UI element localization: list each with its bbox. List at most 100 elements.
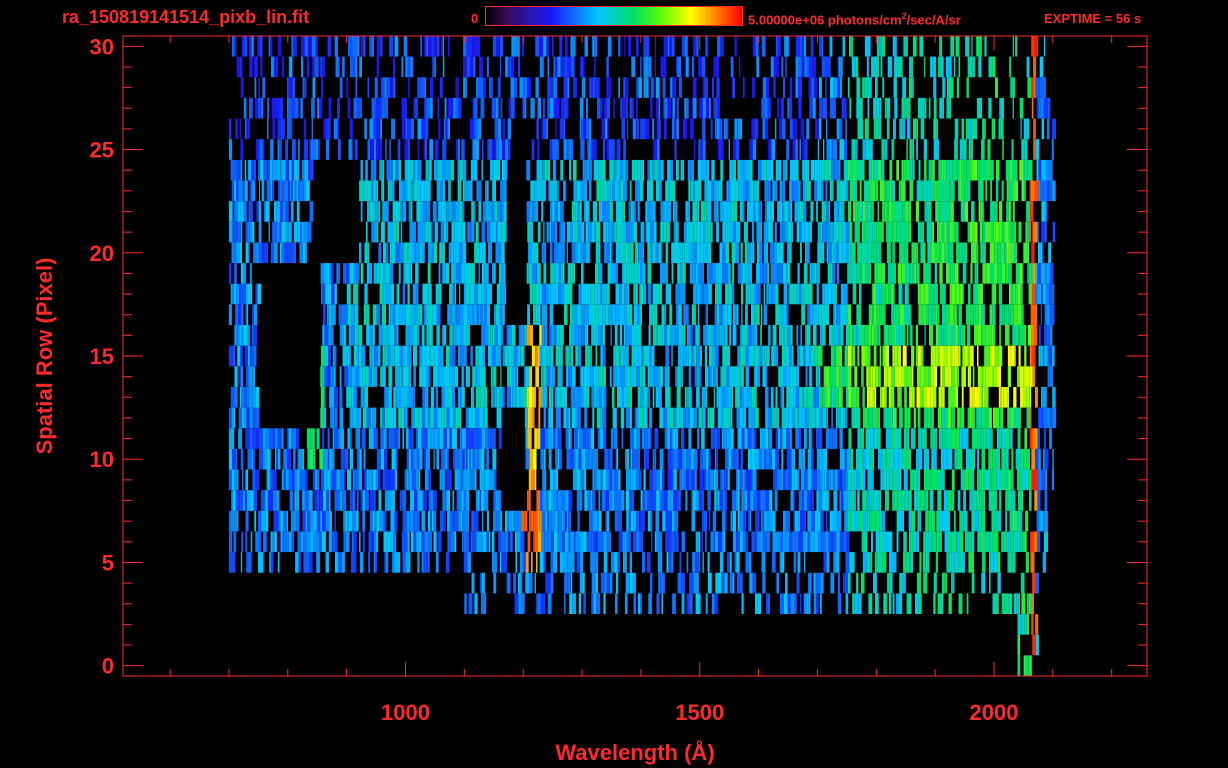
heatmap-cell xyxy=(625,242,629,264)
heatmap-cell xyxy=(619,366,621,387)
heatmap-cell xyxy=(798,97,802,119)
heatmap-cell xyxy=(563,510,566,532)
heatmap-cell xyxy=(931,221,935,243)
heatmap-cell xyxy=(632,469,637,491)
heatmap-cell xyxy=(970,552,974,573)
heatmap-cell xyxy=(1016,325,1019,346)
heatmap-cell xyxy=(231,490,233,511)
heatmap-cell xyxy=(711,180,713,202)
heatmap-cell xyxy=(413,448,417,470)
heatmap-cell xyxy=(679,552,682,573)
heatmap-cell xyxy=(382,97,385,119)
heatmap-cell xyxy=(301,531,304,553)
heatmap-cell xyxy=(914,490,918,511)
heatmap-cell xyxy=(589,510,593,532)
heatmap-cell xyxy=(754,345,759,367)
heatmap-cell xyxy=(728,180,730,202)
heatmap-cell xyxy=(556,180,560,202)
heatmap-cell xyxy=(690,469,695,491)
heatmap-cell xyxy=(252,469,256,491)
heatmap-cell xyxy=(964,325,966,346)
heatmap-cell xyxy=(681,531,686,553)
heatmap-cell xyxy=(909,552,911,573)
heatmap-cell xyxy=(486,180,489,202)
heatmap-cell xyxy=(550,77,553,98)
heatmap-cell xyxy=(868,366,871,387)
heatmap-cell xyxy=(288,97,292,119)
heatmap-cell xyxy=(717,428,721,449)
heatmap-cell xyxy=(894,97,898,119)
heatmap-cell xyxy=(319,448,324,470)
heatmap-cell xyxy=(425,118,429,140)
heatmap-cell xyxy=(787,263,791,284)
heatmap-cell xyxy=(983,366,986,387)
heatmap-cell xyxy=(780,428,783,449)
heatmap-cell xyxy=(773,242,778,264)
heatmap-cell xyxy=(938,325,942,346)
heatmap-cell xyxy=(676,490,679,511)
heatmap-cell xyxy=(718,531,723,553)
heatmap-cell xyxy=(954,552,959,573)
heatmap-cell xyxy=(702,118,706,140)
heatmap-cell xyxy=(303,531,307,553)
heatmap-cell xyxy=(840,325,844,346)
heatmap-cell xyxy=(617,552,621,573)
heatmap-cell xyxy=(1051,139,1054,160)
heatmap-cell xyxy=(945,428,948,449)
heatmap-cell xyxy=(557,201,560,222)
heatmap-cell xyxy=(462,531,464,553)
heatmap-cell xyxy=(862,139,866,160)
heatmap-cell xyxy=(813,263,815,284)
heatmap-cell xyxy=(640,263,642,284)
heatmap-cell xyxy=(1028,593,1032,614)
heatmap-cell xyxy=(985,325,989,346)
heatmap-cell xyxy=(494,118,498,140)
heatmap-cell xyxy=(402,304,406,325)
heatmap-cell xyxy=(505,139,508,160)
heatmap-cell xyxy=(667,469,672,491)
heatmap-cell xyxy=(471,304,473,325)
heatmap-cell xyxy=(790,593,795,614)
heatmap-cell xyxy=(532,97,535,119)
heatmap-cell xyxy=(658,572,661,594)
heatmap-cell xyxy=(543,366,547,387)
heatmap-cell xyxy=(731,448,735,470)
heatmap-cell xyxy=(920,345,923,367)
heatmap-cell xyxy=(1018,325,1020,346)
heatmap-cell xyxy=(649,159,653,181)
heatmap-cell xyxy=(981,469,984,491)
heatmap-cell xyxy=(459,448,463,470)
heatmap-cell xyxy=(281,118,285,140)
heatmap-cell xyxy=(522,387,527,408)
heatmap-cell xyxy=(468,593,473,614)
heatmap-cell xyxy=(492,139,494,160)
heatmap-cell xyxy=(240,77,244,98)
heatmap-cell xyxy=(765,387,769,408)
heatmap-cell xyxy=(240,345,243,367)
heatmap-cell xyxy=(402,283,406,305)
heatmap-cell xyxy=(707,201,712,222)
heatmap-cell xyxy=(902,345,907,367)
heatmap-cell xyxy=(346,263,350,284)
heatmap-cell xyxy=(969,345,974,367)
heatmap-cell xyxy=(420,490,423,511)
heatmap-cell xyxy=(926,201,929,222)
heatmap-cell xyxy=(819,469,822,491)
heatmap-cell xyxy=(249,428,253,449)
heatmap-cell xyxy=(1008,531,1011,553)
heatmap-cell xyxy=(258,180,261,202)
heatmap-cell xyxy=(466,448,468,470)
heatmap-cell xyxy=(235,283,239,305)
heatmap-cell xyxy=(991,325,994,346)
heatmap-cell xyxy=(834,345,836,367)
heatmap-cell xyxy=(733,77,735,98)
heatmap-cell xyxy=(1020,283,1023,305)
heatmap-cell xyxy=(245,490,247,511)
heatmap-cell xyxy=(612,490,615,511)
heatmap-cell xyxy=(838,242,843,264)
heatmap-cell xyxy=(624,283,628,305)
heatmap-cell xyxy=(577,201,580,222)
heatmap-cell xyxy=(481,159,483,181)
heatmap-cell xyxy=(393,407,397,429)
heatmap-cell xyxy=(748,448,752,470)
